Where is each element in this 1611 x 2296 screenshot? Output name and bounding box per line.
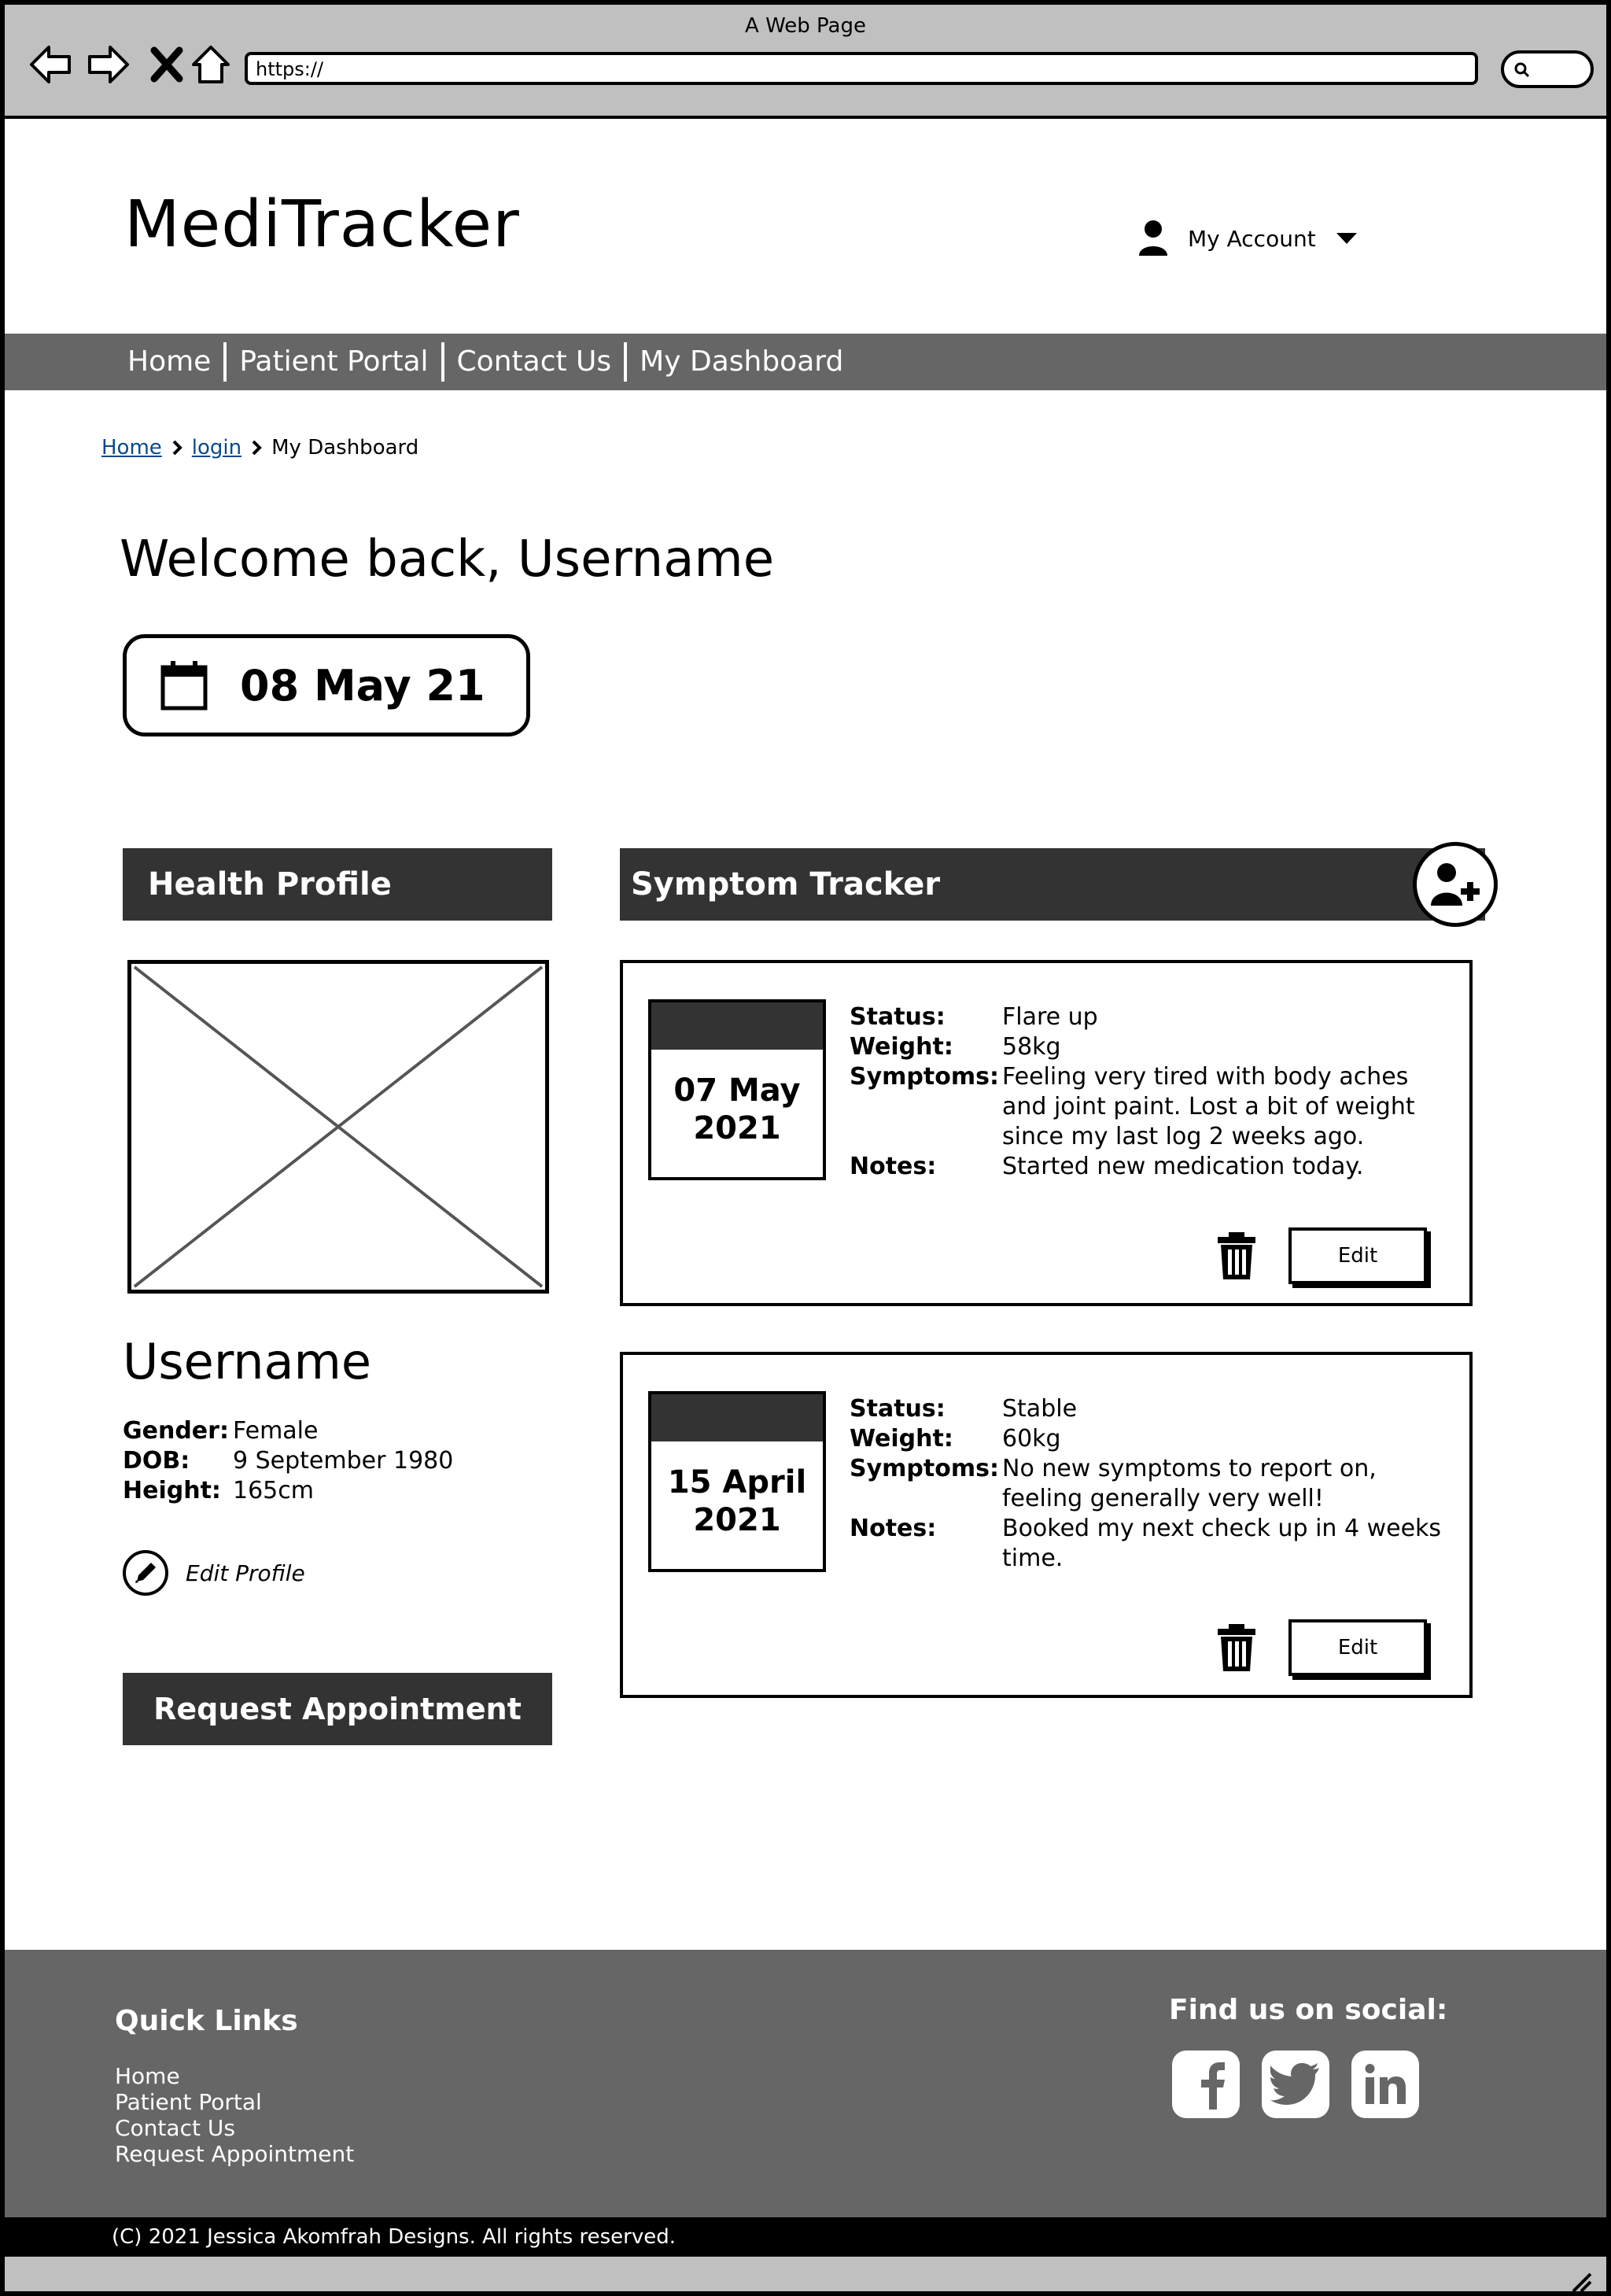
status-value: Stable xyxy=(1002,1395,1078,1423)
log-date: 15 April 2021 xyxy=(651,1441,823,1539)
status-value: Flare up xyxy=(1002,1003,1098,1031)
my-account-menu[interactable]: My Account xyxy=(1137,219,1358,258)
breadcrumb-home-link[interactable]: Home xyxy=(101,436,162,460)
weight-label: Weight: xyxy=(850,1033,953,1061)
log-date-day-month: 07 May xyxy=(673,1072,801,1109)
symptoms-value: No new symptoms to report on, feeling ge… xyxy=(1002,1455,1377,1512)
symptoms-label: Symptoms: xyxy=(850,1063,999,1091)
search-icon xyxy=(1514,62,1530,78)
url-bar[interactable]: https:// xyxy=(245,52,1478,85)
nav-item-patient-portal[interactable]: Patient Portal xyxy=(227,342,441,382)
forward-icon[interactable] xyxy=(85,41,132,88)
notes-value: Booked my next check up in 4 weeks time. xyxy=(1002,1515,1442,1572)
nav-item-home[interactable]: Home xyxy=(115,342,223,382)
browser-window: A Web Page https:// MediTracker My Accou… xyxy=(0,0,1611,2296)
main-navigation: Home Patient Portal Contact Us My Dashbo… xyxy=(5,334,1606,390)
status-label: Status: xyxy=(850,1003,946,1031)
notes-label: Notes: xyxy=(850,1515,937,1542)
chevron-right-icon xyxy=(252,440,262,456)
profile-dob-row: DOB: 9 September 1980 xyxy=(123,1446,453,1476)
linkedin-icon[interactable] xyxy=(1351,2051,1419,2118)
log-date: 07 May 2021 xyxy=(651,1050,823,1147)
current-date-box: 08 May 21 xyxy=(123,634,530,736)
browser-status-bar xyxy=(5,2257,1606,2293)
trash-icon[interactable] xyxy=(1215,1231,1259,1281)
symptom-log-card: 15 April 2021 Status: Stable Weight: 60kg … xyxy=(620,1352,1473,1698)
symptoms-value: Feeling very tired with body aches and j… xyxy=(1002,1063,1415,1150)
my-account-label: My Account xyxy=(1188,225,1316,252)
browser-chrome: A Web Page https:// xyxy=(5,5,1606,119)
welcome-heading: Welcome back, Username xyxy=(120,530,775,589)
breadcrumb-current: My Dashboard xyxy=(271,436,419,460)
copyright-bar: (C) 2021 Jessica Akomfrah Designs. All r… xyxy=(5,2217,1606,2257)
gender-label: Gender: xyxy=(123,1417,229,1445)
log-date-calendar: 07 May 2021 xyxy=(648,999,826,1180)
breadcrumb-login-link[interactable]: login xyxy=(192,436,241,460)
site-footer: Quick Links Home Patient Portal Contact … xyxy=(5,1950,1606,2217)
symptom-tracker-header: Symptom Tracker xyxy=(620,848,1485,921)
log-date-year: 2021 xyxy=(693,1502,781,1538)
log-fields: Status: Flare up Weight: 58kg Symptoms: Fee… xyxy=(850,1002,1447,1182)
profile-details: Gender: Female DOB: 9 September 1980 Hei… xyxy=(123,1416,453,1506)
breadcrumb: Home login My Dashboard xyxy=(101,436,418,460)
calendar-header-bar xyxy=(651,1394,823,1441)
twitter-icon[interactable] xyxy=(1262,2051,1329,2118)
profile-height-row: Height: 165cm xyxy=(123,1476,453,1506)
height-label: Height: xyxy=(123,1477,221,1504)
weight-value: 58kg xyxy=(1002,1033,1061,1061)
weight-value: 60kg xyxy=(1002,1425,1061,1453)
notes-value: Started new medication today. xyxy=(1002,1153,1364,1180)
resize-grip-icon[interactable] xyxy=(1569,2269,1592,2293)
dob-label: DOB: xyxy=(123,1447,190,1475)
health-profile-header: Health Profile xyxy=(123,848,552,921)
log-date-year: 2021 xyxy=(693,1110,781,1146)
social-title: Find us on social: xyxy=(1169,1994,1448,2026)
trash-icon[interactable] xyxy=(1215,1622,1259,1673)
status-label: Status: xyxy=(850,1395,946,1423)
profile-gender-row: Gender: Female xyxy=(123,1416,453,1446)
profile-image-placeholder xyxy=(127,960,549,1294)
footer-link-request-appointment[interactable]: Request Appointment xyxy=(115,2141,354,2167)
height-value: 165cm xyxy=(233,1477,314,1504)
site-logo[interactable]: MediTracker xyxy=(124,187,520,262)
user-plus-icon xyxy=(1431,863,1480,906)
footer-link-patient-portal[interactable]: Patient Portal xyxy=(115,2089,354,2115)
add-log-button[interactable] xyxy=(1413,842,1498,927)
quick-links-title: Quick Links xyxy=(115,2005,298,2037)
current-date: 08 May 21 xyxy=(240,660,485,711)
edit-log-button[interactable]: Edit xyxy=(1288,1619,1427,1676)
calendar-header-bar xyxy=(651,1002,823,1050)
profile-username: Username xyxy=(123,1333,372,1390)
weight-label: Weight: xyxy=(850,1425,953,1453)
log-date-calendar: 15 April 2021 xyxy=(648,1391,826,1572)
notes-label: Notes: xyxy=(850,1153,937,1180)
edit-profile-link[interactable]: Edit Profile xyxy=(123,1550,305,1596)
user-icon xyxy=(1139,220,1167,256)
stop-icon[interactable] xyxy=(143,41,190,88)
pencil-icon xyxy=(123,1550,168,1596)
gender-value: Female xyxy=(233,1417,319,1445)
footer-link-home[interactable]: Home xyxy=(115,2063,354,2089)
dob-value: 9 September 1980 xyxy=(233,1447,454,1475)
symptom-log-card: 07 May 2021 Status: Flare up Weight: 58kg … xyxy=(620,960,1473,1306)
edit-profile-label: Edit Profile xyxy=(186,1560,305,1586)
quick-links-list: Home Patient Portal Contact Us Request A… xyxy=(115,2063,354,2167)
home-icon[interactable] xyxy=(187,41,234,88)
back-icon[interactable] xyxy=(27,41,74,88)
chevron-down-icon xyxy=(1336,233,1357,244)
footer-link-contact-us[interactable]: Contact Us xyxy=(115,2115,354,2141)
social-links xyxy=(1172,2051,1419,2118)
browser-search-box[interactable] xyxy=(1501,50,1594,88)
request-appointment-button[interactable]: Request Appointment xyxy=(123,1673,552,1745)
facebook-icon[interactable] xyxy=(1172,2051,1240,2118)
log-date-day-month: 15 April xyxy=(667,1464,807,1501)
nav-item-contact-us[interactable]: Contact Us xyxy=(444,342,625,382)
log-fields: Status: Stable Weight: 60kg Symptoms: No ne… xyxy=(850,1394,1447,1574)
chevron-right-icon xyxy=(172,440,182,456)
symptoms-label: Symptoms: xyxy=(850,1455,999,1482)
edit-log-button[interactable]: Edit xyxy=(1288,1227,1427,1284)
calendar-icon xyxy=(160,661,208,711)
window-title: A Web Page xyxy=(745,14,866,38)
nav-item-my-dashboard[interactable]: My Dashboard xyxy=(627,342,856,382)
